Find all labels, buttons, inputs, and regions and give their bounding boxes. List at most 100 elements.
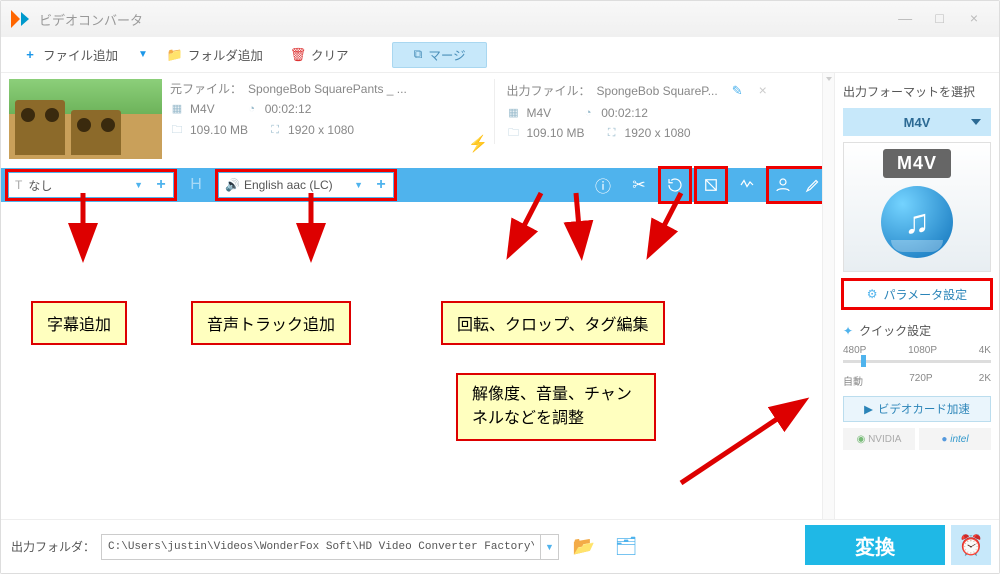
- vertical-scrollbar[interactable]: [822, 73, 834, 519]
- remove-file-icon[interactable]: ×: [759, 79, 767, 103]
- nvidia-badge: ◉ NVIDIA: [843, 428, 915, 450]
- crop-icon[interactable]: [696, 168, 726, 202]
- window-controls: — □ ×: [890, 10, 989, 28]
- clear-label: クリア: [311, 45, 349, 64]
- add-folder-button[interactable]: 📁 フォルダ追加: [154, 41, 277, 69]
- out-format: M4V: [527, 103, 552, 123]
- output-folder-dropdown[interactable]: ▼: [541, 534, 559, 560]
- add-file-label: ファイル追加: [43, 45, 118, 64]
- output-folder-input[interactable]: [101, 534, 541, 560]
- music-note-icon: [881, 186, 953, 258]
- effects-icon[interactable]: [732, 168, 762, 202]
- side-header: 出力フォーマットを選択: [843, 83, 991, 100]
- file-info: 元ファイル： SpongeBob SquarePants _ ... ▦M4V …: [162, 79, 826, 165]
- res-720: 720P: [909, 373, 932, 388]
- convert-button[interactable]: 変換: [805, 525, 945, 565]
- src-resolution: 1920 x 1080: [288, 120, 354, 140]
- resolution-icon: ⛶: [605, 126, 619, 140]
- app-window: ビデオコンバータ — □ × + ファイル追加 ▼ 📁 フォルダ追加 🗑 クリア…: [0, 0, 1000, 574]
- gpu-label: ビデオカード加速: [878, 401, 970, 417]
- subtitle-dropdown[interactable]: T なし ▼: [9, 173, 149, 197]
- format-selector[interactable]: M4V: [843, 108, 991, 136]
- pencil-icon[interactable]: ✎: [732, 80, 743, 102]
- text-icon: T: [15, 178, 22, 192]
- close-button[interactable]: ×: [959, 10, 989, 26]
- source-filename: SpongeBob SquarePants _ ...: [248, 79, 407, 99]
- format-tile[interactable]: M4V: [843, 142, 991, 272]
- slider-thumb[interactable]: [861, 355, 866, 367]
- output-settings-icon[interactable]: 🗂: [609, 530, 643, 564]
- output-filename: SpongeBob SquareP...: [597, 81, 718, 101]
- app-logo-icon: [11, 10, 29, 28]
- callout-params: 解像度、音量、チャンネルなどを調整: [456, 373, 656, 441]
- audio-track-dropdown[interactable]: 🔊 English aac (LC) ▼: [219, 173, 369, 197]
- minimize-button[interactable]: —: [890, 10, 920, 26]
- timer-button[interactable]: ⏰: [951, 525, 991, 565]
- open-folder-icon[interactable]: 📂: [567, 530, 601, 564]
- output-info: 出力ファイル： SpongeBob SquareP... ✎ × ▦M4V ◔0…: [507, 79, 819, 144]
- info-icon[interactable]: ⓘ: [588, 168, 618, 202]
- res-1080: 1080P: [908, 345, 937, 356]
- src-duration: 00:02:12: [265, 99, 312, 119]
- param-label: パラメータ設定: [884, 286, 968, 303]
- cut-icon[interactable]: ✂: [624, 168, 654, 202]
- edit-toolbar: T なし ▼ + H 🔊 English aac (LC) ▼ +: [1, 168, 834, 202]
- side-panel: 出力フォーマットを選択 M4V M4V ⚙ パラメータ設定 ✦クイック設定 48…: [834, 73, 999, 519]
- out-duration: 00:02:12: [601, 103, 648, 123]
- callout-subtitle: 字幕追加: [31, 301, 127, 345]
- res-auto: 自動: [843, 373, 863, 388]
- video-thumbnail[interactable]: [9, 79, 162, 159]
- quick-label-text: クイック設定: [859, 322, 931, 339]
- callout-audio: 音声トラック追加: [191, 301, 351, 345]
- audio-track-value: English aac (LC): [244, 178, 350, 192]
- maximize-button[interactable]: □: [925, 10, 955, 26]
- h-icon[interactable]: H: [181, 168, 211, 202]
- format-icon: ▦: [170, 103, 184, 117]
- clock-icon: ◔: [581, 106, 595, 120]
- plus-icon: +: [23, 48, 37, 62]
- resolution-slider[interactable]: [843, 360, 991, 363]
- merge-icon: ⧉: [413, 47, 422, 62]
- gpu-icon: ▶: [864, 402, 873, 416]
- add-file-dropdown-caret[interactable]: ▼: [132, 49, 154, 60]
- lightning-icon: ⚡: [468, 134, 488, 154]
- subtitle-value: なし: [28, 177, 130, 194]
- source-label: 元ファイル：: [170, 79, 242, 99]
- vendor-row: ◉ NVIDIA ● intel: [843, 428, 991, 450]
- out-size: 109.10 MB: [527, 123, 585, 143]
- file-item: 元ファイル： SpongeBob SquarePants _ ... ▦M4V …: [1, 73, 834, 165]
- folder-plus-icon: 📁: [168, 48, 182, 62]
- parameter-settings-button[interactable]: ⚙ パラメータ設定: [843, 280, 991, 308]
- resolution-icon: ⛶: [268, 123, 282, 137]
- size-icon: 🗀: [170, 123, 184, 137]
- format-icon: ▦: [507, 106, 521, 120]
- format-value: M4V: [904, 115, 931, 130]
- output-folder-label: 出力フォルダ：: [11, 538, 95, 555]
- footer-bar: 出力フォルダ： ▼ 📂 🗂 変換 ⏰: [1, 519, 999, 573]
- src-size: 109.10 MB: [190, 120, 248, 140]
- trash-icon: 🗑: [291, 48, 305, 62]
- gear-icon: ✦: [843, 324, 853, 338]
- merge-button[interactable]: ⧉ マージ: [392, 42, 486, 68]
- add-audio-button[interactable]: +: [369, 173, 393, 197]
- quick-settings: ✦クイック設定 480P 1080P 4K 自動 720P 2K: [843, 322, 991, 388]
- callout-rotate-crop-tag: 回転、クロップ、タグ編集: [441, 301, 665, 345]
- clear-button[interactable]: 🗑 クリア: [277, 41, 363, 69]
- add-file-button[interactable]: + ファイル追加: [9, 41, 132, 69]
- app-title: ビデオコンバータ: [39, 10, 890, 29]
- size-icon: 🗀: [507, 126, 521, 140]
- file-list: 元ファイル： SpongeBob SquarePants _ ... ▦M4V …: [1, 73, 834, 519]
- main-area: 元ファイル： SpongeBob SquarePants _ ... ▦M4V …: [1, 73, 999, 519]
- rotate-icon[interactable]: [660, 168, 690, 202]
- res-4k: 4K: [979, 345, 991, 356]
- add-subtitle-button[interactable]: +: [149, 173, 173, 197]
- convert-label: 変換: [855, 531, 895, 560]
- gpu-accel-button[interactable]: ▶ ビデオカード加速: [843, 396, 991, 422]
- out-resolution: 1920 x 1080: [625, 123, 691, 143]
- info-divider: [494, 79, 495, 144]
- intel-badge: ● intel: [919, 428, 991, 450]
- clock-icon: ◔: [245, 103, 259, 117]
- sliders-icon: ⚙: [867, 287, 878, 301]
- tag-person-icon[interactable]: [768, 168, 798, 202]
- chevron-down-icon: ▼: [354, 180, 363, 190]
